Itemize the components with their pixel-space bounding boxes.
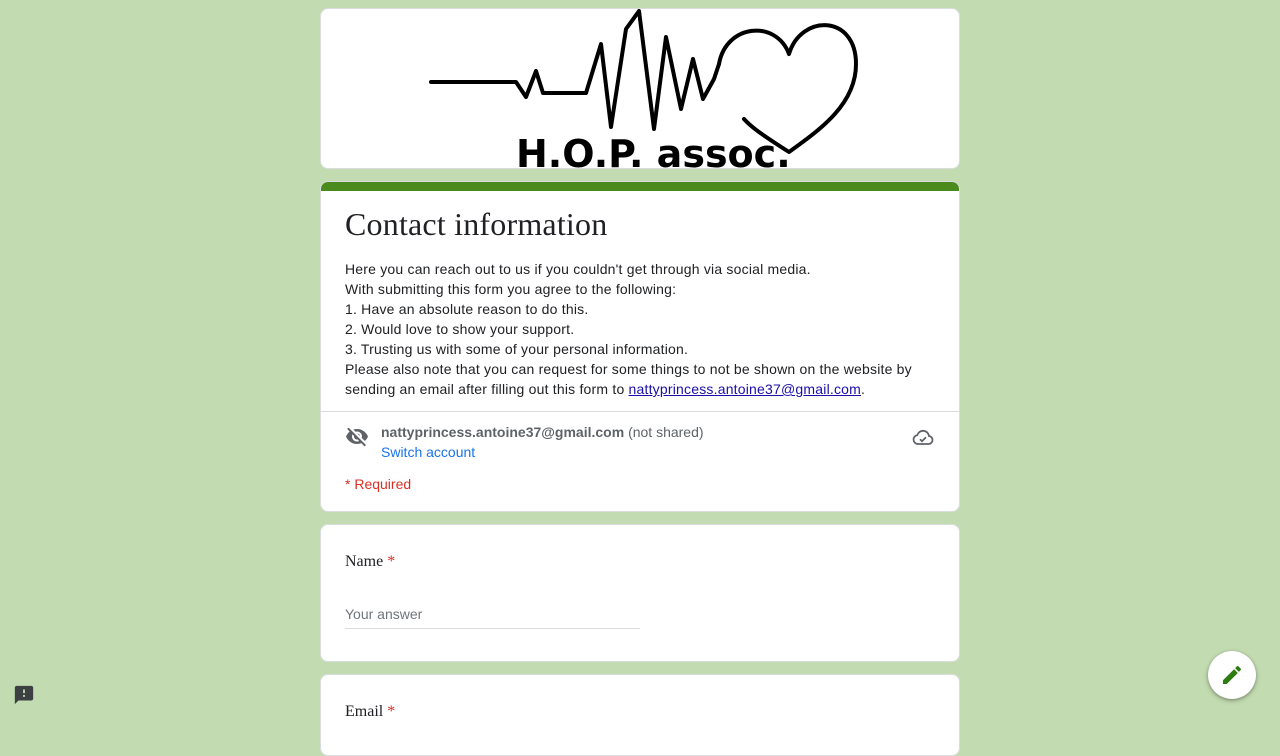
question-card-email: Email * [320, 674, 960, 756]
form-title: Contact information [345, 206, 608, 242]
heartbeat-line [429, 9, 721, 131]
divider [321, 411, 959, 412]
pencil-icon [1223, 665, 1242, 684]
description-line: sending an email after filling out this … [345, 379, 937, 399]
hop-logo: H.O.P. assoc. [429, 9, 858, 168]
description-line: 2. Would love to show your support. [345, 321, 575, 337]
form-header-card: Contact information Here you can reach o… [320, 181, 960, 512]
description-text: sending an email after filling out this … [345, 381, 629, 397]
name-input[interactable] [345, 600, 640, 629]
required-star: * [387, 703, 396, 720]
logo-text: H.O.P. assoc. [516, 132, 791, 168]
eye-off-icon [346, 427, 368, 447]
question-card-name: Name * [320, 524, 960, 662]
description-line: Here you can reach out to us if you coul… [345, 261, 811, 277]
description-line: Please also note that you can request fo… [345, 361, 912, 377]
description-text: . [861, 381, 866, 397]
edit-fab-button[interactable] [1208, 651, 1256, 699]
header-banner: H.O.P. assoc. [320, 8, 960, 169]
account-email: nattyprincess.antoine37@gmail.com (not s… [381, 424, 704, 440]
description-line: With submitting this form you agree to t… [345, 281, 677, 297]
description-line: 3. Trusting us with some of your persona… [345, 341, 689, 357]
form-description: Here you can reach out to us if you coul… [345, 259, 937, 399]
cloud-done-icon [912, 429, 934, 445]
description-line: 1. Have an absolute reason to do this. [345, 301, 589, 317]
question-label: Email * [345, 703, 395, 721]
question-label-text: Email [345, 703, 384, 720]
account-email-address: nattyprincess.antoine37@gmail.com [381, 424, 625, 440]
email-link[interactable]: nattyprincess.antoine37@gmail.com [629, 381, 861, 397]
switch-account-link[interactable]: Switch account [381, 444, 475, 460]
question-label-text: Name [345, 553, 384, 570]
required-note: * Required [345, 476, 412, 492]
accent-bar [321, 182, 959, 191]
required-star: * [387, 553, 396, 570]
report-problem-icon[interactable] [13, 684, 35, 706]
not-shared-note: (not shared) [628, 424, 704, 440]
question-label: Name * [345, 553, 395, 571]
